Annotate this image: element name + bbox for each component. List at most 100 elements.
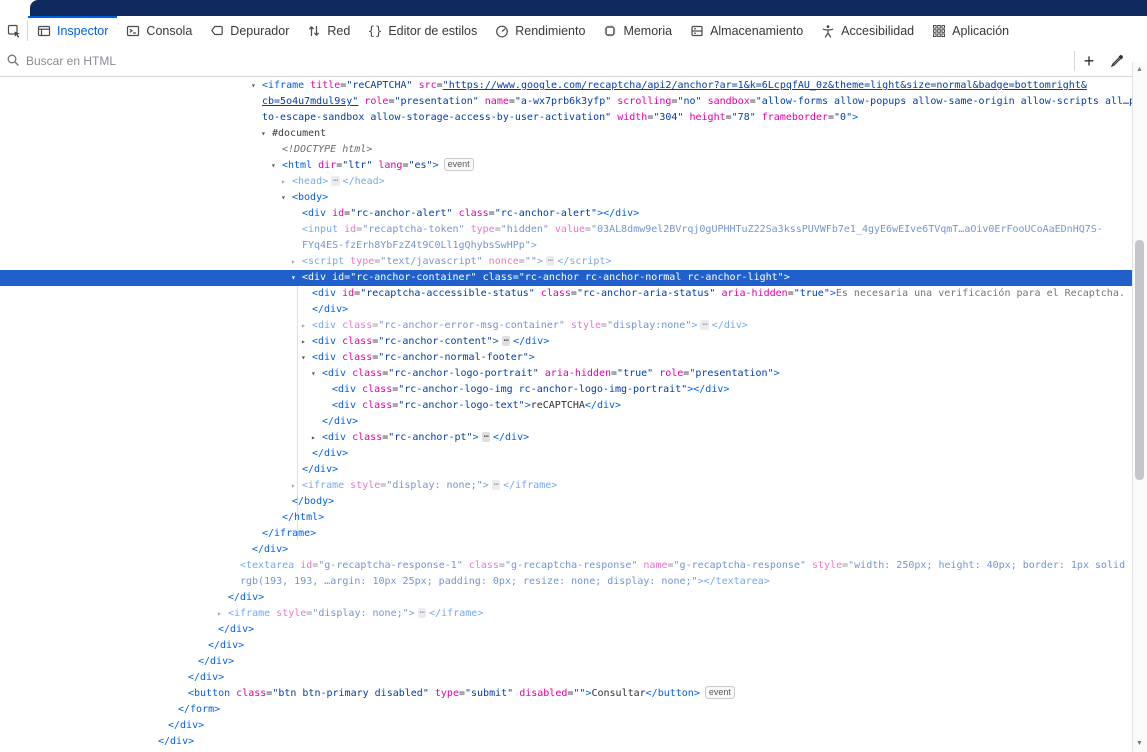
markup-row[interactable]: ▸<script type="text/javascript" nonce=""… xyxy=(0,254,1133,270)
markup-row[interactable]: ▾<div class="rc-anchor-normal-footer"> xyxy=(0,350,1133,366)
markup-row[interactable]: </iframe> xyxy=(0,526,1133,542)
markup-row[interactable]: to-escape-sandbox allow-storage-access-b… xyxy=(0,110,1133,126)
markup-row[interactable]: ▸<head>⋯</head> xyxy=(0,174,1133,190)
attr-name: class xyxy=(346,368,382,379)
markup-row[interactable]: <div class="rc-anchor-logo-img rc-anchor… xyxy=(0,382,1133,398)
expand-arrow-icon[interactable]: ▸ xyxy=(291,254,296,270)
collapse-arrow-icon[interactable]: ▾ xyxy=(261,126,266,142)
markup-row[interactable]: </div> xyxy=(0,302,1133,318)
markup-row[interactable]: ▾<iframe title="reCAPTCHA" src="https://… xyxy=(0,78,1133,94)
scroll-up-arrow[interactable]: ▲ xyxy=(1133,64,1146,76)
collapse-arrow-icon[interactable]: ▾ xyxy=(271,158,276,174)
text-content: Consultar xyxy=(591,688,645,699)
markup-row[interactable]: <input id="recaptcha-token" type="hidden… xyxy=(0,222,1133,238)
markup-row[interactable]: rgb(193, 193, …argin: 10px 25px; padding… xyxy=(0,574,1133,590)
tab-styleeditor[interactable]: {}Editor de estilos xyxy=(359,16,486,46)
attr-value: "rc-anchor-logo-text" xyxy=(398,400,524,411)
ellipsis-expand-button[interactable]: ⋯ xyxy=(418,608,426,618)
collapse-arrow-icon[interactable]: ▾ xyxy=(301,350,306,366)
collapse-arrow-icon[interactable]: ▾ xyxy=(291,270,296,286)
markup-row[interactable]: ▾<body> xyxy=(0,190,1133,206)
attr-value: FYq4ES-fzErh8YbFzZ4t9C0Ll1gQhybsSwHPp" xyxy=(302,240,531,251)
tab-debugger[interactable]: Depurador xyxy=(201,16,298,46)
application-icon xyxy=(932,24,946,38)
network-icon xyxy=(307,24,321,38)
markup-row[interactable]: ▸<iframe style="display: none;">⋯</ifram… xyxy=(0,606,1133,622)
tab-accessibility[interactable]: Accesibilidad xyxy=(812,16,923,46)
tab-performance[interactable]: Rendimiento xyxy=(486,16,594,46)
tab-label: Aplicación xyxy=(952,24,1009,38)
markup-row[interactable]: <!DOCTYPE html> xyxy=(0,142,1133,158)
attr-value: "0" xyxy=(834,112,852,123)
eyedropper-button[interactable] xyxy=(1103,49,1131,73)
attr-name: class xyxy=(230,688,266,699)
add-node-button[interactable]: + xyxy=(1075,49,1103,73)
markup-row[interactable]: </div> xyxy=(0,654,1133,670)
markup-row[interactable]: ▸<div class="rc-anchor-content">⋯</div> xyxy=(0,334,1133,350)
event-badge[interactable]: event xyxy=(705,686,735,699)
markup-row[interactable]: ▾<div class="rc-anchor-logo-portrait" ar… xyxy=(0,366,1133,382)
markup-row[interactable]: ▸<iframe style="display: none;">⋯</ifram… xyxy=(0,478,1133,494)
scrollbar-thumb[interactable] xyxy=(1135,240,1144,480)
markup-row[interactable]: <div id="recaptcha-accessible-status" cl… xyxy=(0,286,1133,302)
expand-arrow-icon[interactable]: ▸ xyxy=(301,334,306,350)
expand-arrow-icon[interactable]: ▸ xyxy=(291,478,296,494)
attr-value: "ltr" xyxy=(342,160,372,171)
markup-row[interactable]: <div id="rc-anchor-alert" class="rc-anch… xyxy=(0,206,1133,222)
markup-row[interactable]: </div> xyxy=(0,638,1133,654)
expand-arrow-icon[interactable]: ▸ xyxy=(217,606,222,622)
tag-token: > xyxy=(529,352,535,363)
collapse-arrow-icon[interactable]: ▾ xyxy=(311,366,316,382)
markup-row[interactable]: </html> xyxy=(0,510,1133,526)
attr-value: "a-wx7prb6k3yfp" xyxy=(515,96,611,107)
collapse-arrow-icon[interactable]: ▾ xyxy=(281,190,286,206)
tab-storage[interactable]: Almacenamiento xyxy=(681,16,812,46)
markup-row[interactable]: <button class="btn btn-primary disabled"… xyxy=(0,686,1133,702)
markup-row[interactable]: ▾#document xyxy=(0,126,1133,142)
markup-row[interactable]: </div> xyxy=(0,446,1133,462)
markup-row[interactable]: </div> xyxy=(0,542,1133,558)
tag-token: </iframe> xyxy=(262,528,316,539)
tag-token: > xyxy=(774,368,780,379)
expand-arrow-icon[interactable]: ▸ xyxy=(301,318,306,334)
scroll-down-arrow[interactable]: ▼ xyxy=(1133,738,1146,750)
markup-row[interactable]: </body> xyxy=(0,494,1133,510)
tab-network[interactable]: Red xyxy=(298,16,359,46)
tab-inspector[interactable]: Inspector xyxy=(28,16,117,46)
ellipsis-expand-button[interactable]: ⋯ xyxy=(502,336,510,346)
expand-arrow-icon[interactable]: ▸ xyxy=(311,430,316,446)
markup-row[interactable]: </div> xyxy=(0,734,1133,750)
attr-value: "g-recaptcha-response-1" xyxy=(318,560,463,571)
ellipsis-expand-button[interactable]: ⋯ xyxy=(546,256,554,266)
markup-row[interactable]: </div> xyxy=(0,414,1133,430)
ellipsis-expand-button[interactable]: ⋯ xyxy=(492,480,500,490)
markup-row[interactable]: ▸<div class="rc-anchor-error-msg-contain… xyxy=(0,318,1133,334)
collapse-arrow-icon[interactable]: ▾ xyxy=(251,78,256,94)
markup-row[interactable]: <textarea id="g-recaptcha-response-1" cl… xyxy=(0,558,1133,574)
tab-application[interactable]: Aplicación xyxy=(923,16,1018,46)
markup-row[interactable]: </form> xyxy=(0,702,1133,718)
ellipsis-expand-button[interactable]: ⋯ xyxy=(331,176,339,186)
markup-row[interactable]: cb=5o4u7mdul9sy" role="presentation" nam… xyxy=(0,94,1133,110)
markup-row[interactable]: FYq4ES-fzErh8YbFzZ4t9C0Ll1gQhybsSwHPp"> xyxy=(0,238,1133,254)
markup-row[interactable]: </div> xyxy=(0,590,1133,606)
search-input[interactable] xyxy=(0,54,1074,68)
event-badge[interactable]: event xyxy=(444,158,474,171)
attr-name: style xyxy=(565,320,601,331)
attr-name: role xyxy=(358,96,388,107)
markup-row[interactable]: <div class="rc-anchor-logo-text">reCAPTC… xyxy=(0,398,1133,414)
pick-element-button[interactable] xyxy=(0,16,27,46)
markup-row[interactable]: </div> xyxy=(0,718,1133,734)
markup-row[interactable]: </div> xyxy=(0,670,1133,686)
markup-row[interactable]: ▾<html dir="ltr" lang="es">event xyxy=(0,158,1133,174)
markup-row[interactable]: ▸<div class="rc-anchor-pt">⋯</div> xyxy=(0,430,1133,446)
markup-row-selected[interactable]: ▾<div id="rc-anchor-container" class="rc… xyxy=(0,270,1133,286)
markup-row[interactable]: </div> xyxy=(0,622,1133,638)
attr-name: dir xyxy=(312,160,336,171)
expand-arrow-icon[interactable]: ▸ xyxy=(281,174,286,190)
tab-console[interactable]: Consola xyxy=(117,16,201,46)
markup-row[interactable]: </div> xyxy=(0,462,1133,478)
tab-memory[interactable]: Memoria xyxy=(594,16,681,46)
ellipsis-expand-button[interactable]: ⋯ xyxy=(482,432,490,442)
ellipsis-expand-button[interactable]: ⋯ xyxy=(700,320,708,330)
